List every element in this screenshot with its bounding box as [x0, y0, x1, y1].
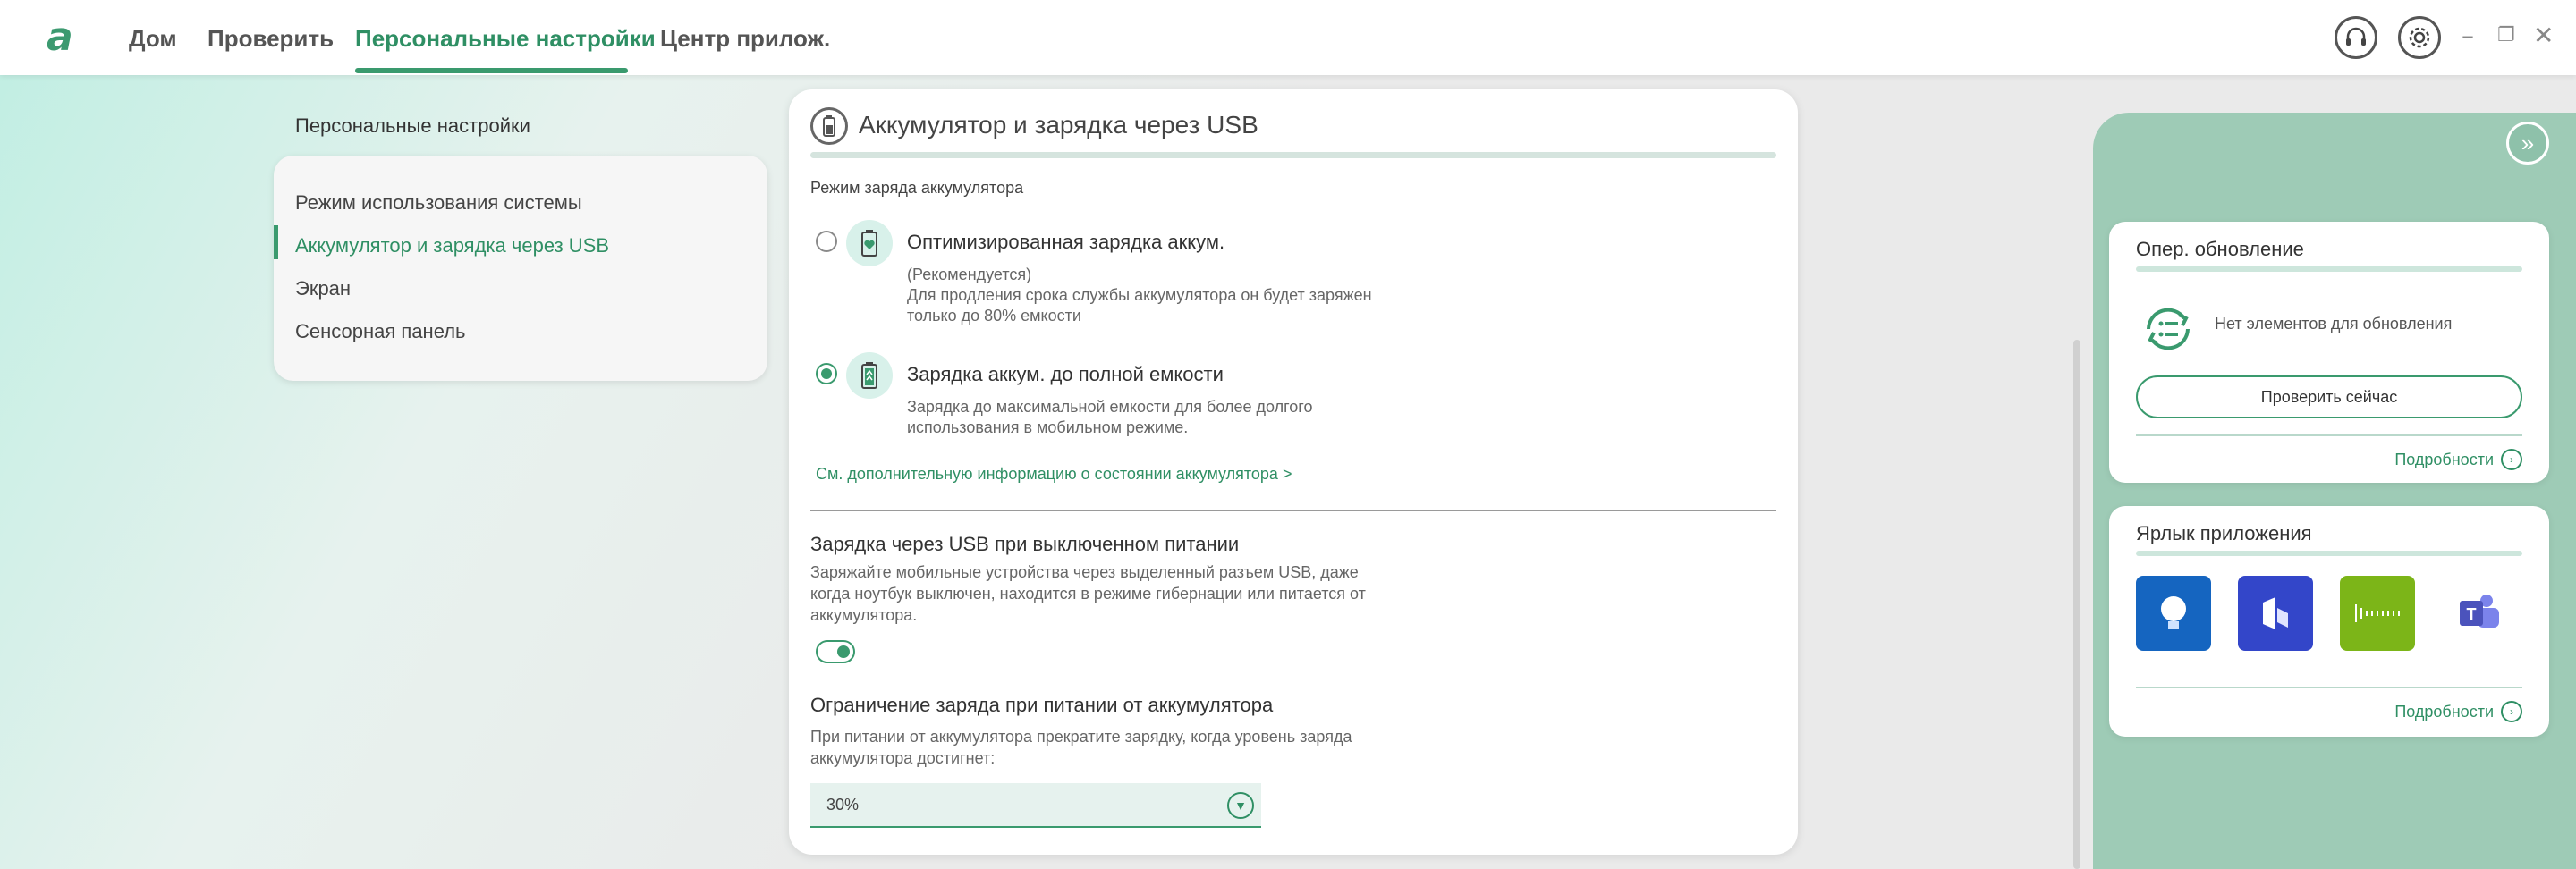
menu-item-display[interactable]: Экран	[295, 277, 351, 300]
top-bar: a Дом Проверить Персональные настройки Ц…	[0, 0, 2576, 75]
chevron-right-icon: ›	[2501, 701, 2522, 722]
audio-wave-app-icon[interactable]	[2340, 576, 2415, 651]
menu-active-indicator	[274, 225, 278, 259]
svg-text:T: T	[2467, 605, 2477, 623]
update-sync-icon	[2136, 297, 2200, 361]
app-logo[interactable]: a	[47, 16, 82, 59]
tab-home[interactable]: Дом	[129, 25, 177, 53]
right-side-panel: » Опер. обновление Нет элементов для обн…	[2093, 113, 2576, 869]
teams-app-icon[interactable]: T	[2442, 576, 2517, 651]
update-details-link[interactable]: Подробности ›	[2394, 449, 2522, 470]
menu-item-battery-usb[interactable]: Аккумулятор и зарядка через USB	[295, 234, 609, 257]
section-divider	[810, 510, 1776, 511]
full-charge-radio[interactable]	[816, 363, 837, 384]
optimized-charge-radio[interactable]	[816, 231, 837, 252]
minimize-icon[interactable]: –	[2462, 20, 2474, 52]
battery-info-link[interactable]: См. дополнительную информацию о состояни…	[816, 465, 1292, 484]
full-charge-title: Зарядка аккум. до полной емкости	[907, 363, 1224, 385]
tab-app-center[interactable]: Центр прилож.	[660, 25, 830, 53]
charge-limit-value: 30%	[826, 796, 860, 814]
collapse-panel-icon[interactable]: »	[2506, 122, 2549, 165]
settings-gear-icon[interactable]	[2398, 16, 2441, 59]
battery-heart-icon	[846, 220, 893, 266]
usb-charge-desc: Заряжайте мобильные устройства через выд…	[810, 563, 1366, 624]
check-now-button[interactable]: Проверить сейчас	[2136, 375, 2522, 418]
menu-item-system-mode[interactable]: Режим использования системы	[295, 191, 582, 215]
page-title: Аккумулятор и зарядка через USB	[859, 111, 1258, 139]
usb-charge-toggle[interactable]	[816, 640, 855, 663]
charge-limit-desc: При питании от аккумулятора прекратите з…	[810, 728, 1352, 767]
scrollbar[interactable]	[2073, 340, 2080, 869]
settings-menu: Режим использования системы Аккумулятор …	[274, 156, 767, 381]
live-update-card: Опер. обновление Нет элементов для обнов…	[2109, 222, 2549, 483]
battery-settings-card: Аккумулятор и зарядка через USB Режим за…	[789, 89, 1798, 855]
update-status-text: Нет элементов для обновления	[2215, 315, 2453, 333]
tab-check[interactable]: Проверить	[208, 25, 334, 53]
optimized-charge-desc: Для продления срока службы аккумулятора …	[907, 286, 1372, 325]
headset-icon[interactable]	[2334, 16, 2377, 59]
left-section-title: Персональные настройки	[295, 114, 530, 137]
optimized-charge-title: Оптимизированная зарядка аккум.	[907, 231, 1225, 253]
active-tab-indicator	[355, 68, 628, 73]
battery-full-icon	[846, 352, 893, 399]
title-divider	[810, 152, 1776, 158]
stacked-app-icon[interactable]	[2238, 576, 2313, 651]
tab-personal-settings[interactable]: Персональные настройки	[355, 25, 656, 53]
app-shortcut-card: Ярлык приложения T Подробности ›	[2109, 506, 2549, 737]
charge-limit-select[interactable]: 30% ▼	[810, 783, 1261, 828]
usb-charge-title: Зарядка через USB при выключенном питани…	[810, 533, 1240, 555]
menu-item-touchpad[interactable]: Сенсорная панель	[295, 320, 466, 343]
shortcut-details-link[interactable]: Подробности ›	[2394, 701, 2522, 722]
charge-mode-label: Режим заряда аккумулятора	[810, 179, 1024, 197]
live-update-divider	[2136, 266, 2522, 272]
shortcut-details-label: Подробности	[2394, 702, 2494, 721]
chevron-down-icon[interactable]: ▼	[1227, 792, 1254, 819]
optimized-charge-note: (Рекомендуется)	[907, 266, 1032, 283]
app-shortcut-title: Ярлык приложения	[2136, 522, 2312, 544]
live-update-title: Опер. обновление	[2136, 238, 2304, 260]
lightbulb-app-icon[interactable]	[2136, 576, 2211, 651]
close-icon[interactable]: ✕	[2533, 20, 2554, 52]
chevron-right-icon: ›	[2501, 449, 2522, 470]
update-details-label: Подробности	[2394, 450, 2494, 468]
shortcut-divider	[2136, 687, 2522, 688]
full-charge-desc: Зарядка до максимальной емкости для боле…	[907, 398, 1313, 436]
battery-icon	[810, 107, 848, 145]
restore-icon[interactable]: ❐	[2497, 20, 2515, 52]
update-divider	[2136, 434, 2522, 436]
charge-limit-title: Ограничение заряда при питании от аккуму…	[810, 694, 1274, 716]
app-shortcut-divider	[2136, 551, 2522, 556]
